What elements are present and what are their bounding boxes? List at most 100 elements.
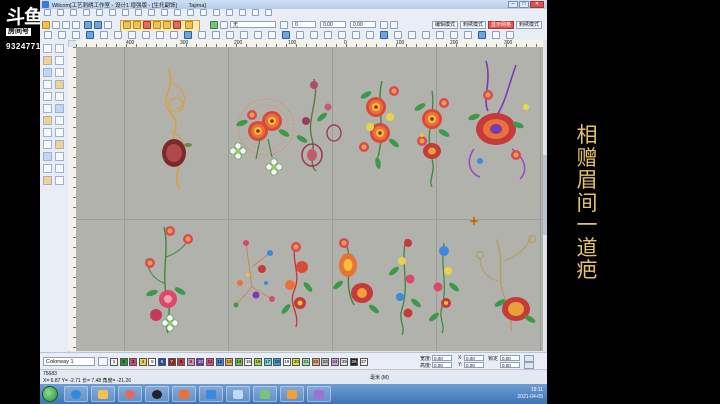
start-button[interactable]	[42, 386, 58, 402]
satin-icon[interactable]	[123, 21, 131, 29]
property-tool-icon[interactable]	[450, 31, 458, 39]
thread-swatch[interactable]: 17	[263, 358, 272, 366]
property-tool-icon[interactable]	[72, 31, 80, 39]
system-clock[interactable]: 19:11 2021-04-05	[517, 387, 543, 401]
thread-swatch[interactable]: 9	[186, 358, 195, 366]
thread-swatch[interactable]: 15	[244, 358, 253, 366]
mirror-icon[interactable]	[55, 128, 64, 137]
pan-icon[interactable]	[55, 116, 64, 125]
taskbar-paint-icon[interactable]	[307, 386, 331, 402]
thread-swatch[interactable]: 4	[138, 358, 147, 366]
design-canvas[interactable]	[76, 47, 543, 351]
y-field[interactable]: 0.00	[464, 362, 484, 368]
edit-mode-button[interactable]: 编辑模式	[432, 21, 458, 29]
property-tool-icon[interactable]	[44, 31, 52, 39]
measure-icon[interactable]	[55, 104, 64, 113]
close-button[interactable]: ✕	[530, 1, 544, 8]
outline-icon[interactable]	[280, 21, 288, 29]
print-icon[interactable]	[83, 9, 90, 16]
fill-icon[interactable]	[55, 68, 64, 77]
thread-swatch[interactable]: 1	[110, 358, 118, 366]
redo-icon[interactable]	[148, 9, 155, 16]
embroidery-mode-button[interactable]: 刺绣模式	[460, 21, 486, 29]
thread-swatch[interactable]: 8	[177, 358, 186, 366]
open-icon[interactable]	[57, 9, 64, 16]
taskbar-browser-icon[interactable]	[64, 386, 88, 402]
measure-icon[interactable]	[187, 9, 194, 16]
property-tool-icon[interactable]	[212, 31, 220, 39]
help-icon[interactable]	[265, 9, 272, 16]
property-tool-icon[interactable]	[254, 31, 262, 39]
rotate-icon[interactable]	[43, 128, 52, 137]
design-phoenix-peony[interactable]	[467, 60, 529, 180]
property-tool-icon[interactable]	[380, 31, 388, 39]
open-file-icon[interactable]	[52, 21, 60, 29]
paste-icon[interactable]	[122, 9, 129, 16]
design-red-yellow-floral[interactable]	[359, 80, 401, 170]
property-tool-icon[interactable]	[478, 31, 486, 39]
zoom-in-icon[interactable]	[84, 21, 92, 29]
taskbar-folder-icon[interactable]	[91, 386, 115, 402]
design-wildflower-scatter[interactable]	[233, 240, 276, 308]
design-gold-outline-rose[interactable]	[162, 68, 192, 190]
property-tool-icon[interactable]	[268, 31, 276, 39]
text-icon[interactable]	[55, 80, 64, 89]
property-tool-icon[interactable]	[170, 31, 178, 39]
thread-swatch[interactable]: 14	[234, 358, 243, 366]
property-tool-icon[interactable]	[114, 31, 122, 39]
stitch-icon[interactable]	[226, 9, 233, 16]
width-field[interactable]: 0.00	[432, 355, 452, 361]
colorway-select[interactable]: Colorway 1	[43, 357, 95, 366]
select-icon[interactable]	[43, 44, 52, 53]
delete-icon[interactable]	[43, 176, 52, 185]
fill-type-field[interactable]: 无	[230, 21, 276, 28]
color-wheel-icon[interactable]	[210, 21, 218, 29]
thread-swatch[interactable]: 6	[158, 358, 166, 366]
property-tool-icon[interactable]	[142, 31, 150, 39]
property-tool-icon[interactable]	[156, 31, 164, 39]
tatami-icon[interactable]	[133, 21, 141, 29]
taskbar-app-icon[interactable]	[199, 386, 223, 402]
undo-icon[interactable]	[135, 9, 142, 16]
thread-swatch[interactable]: 26	[350, 358, 358, 366]
copy-icon[interactable]	[109, 9, 116, 16]
column-icon[interactable]	[153, 21, 161, 29]
property-tool-icon[interactable]	[226, 31, 234, 39]
thread-swatch[interactable]: 25	[340, 358, 349, 366]
property-tool-icon[interactable]	[422, 31, 430, 39]
group-icon[interactable]	[43, 152, 52, 161]
cut-icon[interactable]	[96, 9, 103, 16]
thread-swatch[interactable]: 21	[302, 358, 310, 366]
thread-swatch[interactable]: 19	[282, 358, 291, 366]
thread-swatch[interactable]: 16	[254, 358, 262, 366]
thread-swatch[interactable]: 2	[119, 358, 128, 366]
file-icon[interactable]	[44, 9, 51, 16]
thread-swatch[interactable]: 27	[359, 358, 368, 366]
thread-swatch[interactable]: 13	[225, 358, 234, 366]
design-rose-wreath[interactable]	[229, 98, 295, 176]
apply-position-button[interactable]	[524, 362, 534, 369]
unlock-icon[interactable]	[55, 164, 64, 173]
design-slim-floral-column[interactable]	[387, 238, 423, 336]
thread-swatch[interactable]: 12	[215, 358, 224, 366]
property-tool-icon[interactable]	[198, 31, 206, 39]
zoom-out-icon[interactable]	[94, 21, 102, 29]
design-pink-outline-roses[interactable]	[295, 78, 342, 172]
lock-icon[interactable]	[380, 21, 388, 29]
property-tool-icon[interactable]	[436, 31, 444, 39]
taskbar-media-icon[interactable]	[118, 386, 142, 402]
applique-icon[interactable]	[43, 80, 52, 89]
satin-icon[interactable]	[43, 56, 52, 65]
thread-swatch[interactable]: 11	[206, 358, 214, 366]
trim-icon[interactable]	[55, 92, 64, 101]
applique-icon[interactable]	[252, 9, 259, 16]
ungroup-icon[interactable]	[55, 152, 64, 161]
vertical-scrollbar[interactable]	[543, 40, 547, 352]
height-field[interactable]: 0.00	[432, 362, 452, 368]
layer-icon[interactable]	[213, 9, 220, 16]
fill-icon[interactable]	[163, 21, 171, 29]
x-field[interactable]: 0.00	[464, 355, 484, 361]
property-tool-icon[interactable]	[324, 31, 332, 39]
sequence-icon[interactable]	[55, 176, 64, 185]
property-tool-icon[interactable]	[338, 31, 346, 39]
